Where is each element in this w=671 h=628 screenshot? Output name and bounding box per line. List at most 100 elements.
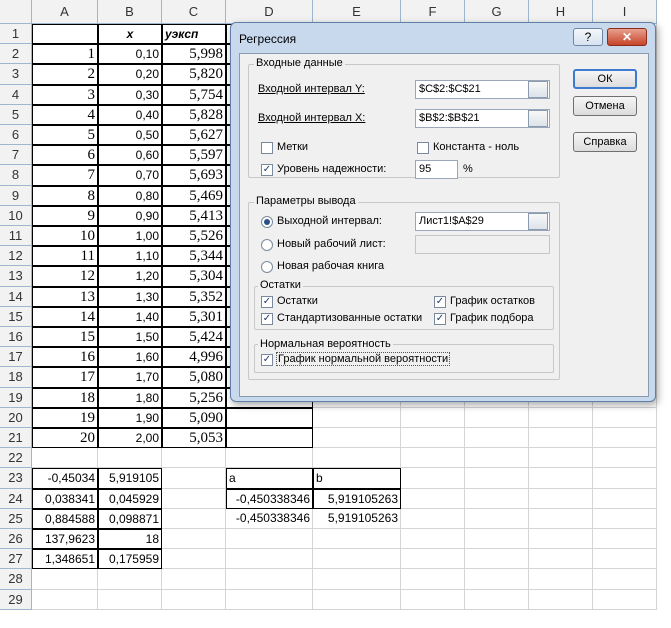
cell-c[interactable]: [162, 508, 226, 529]
cell-empty[interactable]: [529, 407, 593, 428]
constant-zero-checkbox[interactable]: [417, 142, 429, 154]
cell-empty[interactable]: [465, 428, 529, 449]
cell-c[interactable]: [162, 488, 226, 509]
cell-c[interactable]: 5,413: [162, 205, 226, 226]
cell-empty[interactable]: [593, 448, 657, 469]
cell-e[interactable]: 5,919105263: [313, 508, 401, 529]
cell-b[interactable]: 5,919105: [98, 468, 162, 489]
row-header[interactable]: 27: [0, 549, 32, 570]
cell-a[interactable]: 8: [32, 185, 98, 206]
cell-b[interactable]: 1,60: [98, 347, 162, 368]
cell-empty[interactable]: [593, 428, 657, 449]
cell-a[interactable]: 14: [32, 306, 98, 327]
cell-c[interactable]: 5,693: [162, 165, 226, 186]
cell-a[interactable]: -0,45034: [32, 468, 98, 489]
cell-c[interactable]: 5,304: [162, 266, 226, 287]
cell-d[interactable]: a: [226, 468, 313, 489]
cell-b[interactable]: 0,10: [98, 44, 162, 65]
select-all-corner[interactable]: [0, 0, 32, 24]
confidence-checkbox[interactable]: ✓: [261, 164, 273, 176]
cell-empty[interactable]: [401, 508, 465, 529]
cell-empty[interactable]: [465, 448, 529, 469]
cell-c[interactable]: 5,597: [162, 145, 226, 166]
row-header[interactable]: 19: [0, 387, 32, 408]
cell-b[interactable]: 18: [98, 529, 162, 550]
column-header[interactable]: F: [401, 0, 465, 24]
cell-c[interactable]: [162, 448, 226, 469]
cell-b[interactable]: 1,50: [98, 327, 162, 348]
cell-empty[interactable]: [465, 589, 529, 610]
cell-empty[interactable]: [465, 529, 529, 550]
column-header[interactable]: H: [529, 0, 593, 24]
cell-b[interactable]: 0,30: [98, 84, 162, 105]
cell-empty[interactable]: [529, 448, 593, 469]
cell-empty[interactable]: [401, 569, 465, 590]
row-header[interactable]: 1: [0, 24, 32, 45]
row-header[interactable]: 23: [0, 468, 32, 489]
cell-c[interactable]: [162, 549, 226, 570]
labels-checkbox[interactable]: [261, 142, 273, 154]
x-range-collapse-icon[interactable]: [528, 110, 548, 127]
row-header[interactable]: 4: [0, 84, 32, 105]
new-book-radio[interactable]: [261, 261, 273, 273]
cell-c[interactable]: [162, 589, 226, 610]
close-button[interactable]: ✕: [607, 28, 647, 46]
row-header[interactable]: 18: [0, 367, 32, 388]
row-header[interactable]: 13: [0, 266, 32, 287]
confidence-input[interactable]: 95: [415, 160, 458, 179]
cell-c[interactable]: 5,820: [162, 64, 226, 85]
cell-a[interactable]: 0,884588: [32, 508, 98, 529]
cell-empty[interactable]: [593, 508, 657, 529]
row-header[interactable]: 9: [0, 185, 32, 206]
help-title-button[interactable]: ?: [573, 28, 603, 46]
output-range-radio[interactable]: [261, 216, 273, 228]
cell-b[interactable]: 1,70: [98, 367, 162, 388]
cell-a[interactable]: 0,038341: [32, 488, 98, 509]
cell-a[interactable]: [32, 24, 98, 45]
cell-b[interactable]: 0,20: [98, 64, 162, 85]
residual-plot-checkbox[interactable]: ✓: [434, 296, 446, 308]
cell-empty[interactable]: [401, 488, 465, 509]
cell-b[interactable]: 2,00: [98, 428, 162, 449]
cell-a[interactable]: [32, 589, 98, 610]
cell-empty[interactable]: [465, 468, 529, 489]
cell-empty[interactable]: [529, 589, 593, 610]
cell-e[interactable]: [313, 428, 401, 449]
cell-d[interactable]: [226, 589, 313, 610]
cell-c[interactable]: 5,256: [162, 387, 226, 408]
cell-b[interactable]: 1,20: [98, 266, 162, 287]
cell-b[interactable]: 0,045929: [98, 488, 162, 509]
cell-empty[interactable]: [593, 407, 657, 428]
cell-a[interactable]: 16: [32, 347, 98, 368]
cell-empty[interactable]: [529, 529, 593, 550]
cell-c[interactable]: 5,754: [162, 84, 226, 105]
row-header[interactable]: 3: [0, 64, 32, 85]
cell-e[interactable]: [313, 569, 401, 590]
ok-button[interactable]: ОК: [573, 69, 637, 89]
cell-empty[interactable]: [401, 448, 465, 469]
row-header[interactable]: 7: [0, 145, 32, 166]
cell-empty[interactable]: [529, 428, 593, 449]
cell-b[interactable]: 0,50: [98, 125, 162, 146]
cell-e[interactable]: [313, 407, 401, 428]
cell-e[interactable]: [313, 529, 401, 550]
column-header[interactable]: C: [162, 0, 226, 24]
cell-a[interactable]: 20: [32, 428, 98, 449]
cell-b[interactable]: 0,80: [98, 185, 162, 206]
row-header[interactable]: 28: [0, 569, 32, 590]
cell-a[interactable]: 1,348651: [32, 549, 98, 570]
cell-empty[interactable]: [465, 508, 529, 529]
cancel-button[interactable]: Отмена: [573, 96, 637, 116]
row-header[interactable]: 6: [0, 125, 32, 146]
row-header[interactable]: 25: [0, 508, 32, 529]
cell-empty[interactable]: [465, 407, 529, 428]
cell-a[interactable]: [32, 569, 98, 590]
row-header[interactable]: 16: [0, 327, 32, 348]
cell-empty[interactable]: [401, 428, 465, 449]
cell-c[interactable]: 5,301: [162, 306, 226, 327]
cell-c[interactable]: 5,828: [162, 104, 226, 125]
cell-c[interactable]: 4,996: [162, 347, 226, 368]
row-header[interactable]: 20: [0, 407, 32, 428]
cell-empty[interactable]: [401, 468, 465, 489]
cell-a[interactable]: [32, 448, 98, 469]
